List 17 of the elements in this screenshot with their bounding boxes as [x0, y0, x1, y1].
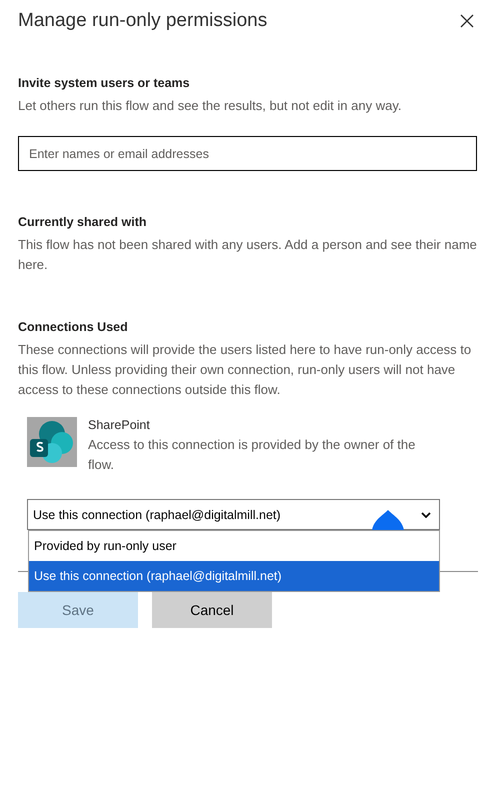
dropdown-option[interactable]: Provided by run-only user	[29, 531, 439, 561]
connection-description: Access to this connection is provided by the owner of the flow.	[88, 436, 416, 474]
section-heading: Currently shared with	[18, 215, 148, 229]
section-description: This flow has not been shared with any users. Add a person and see their name here.	[18, 236, 477, 274]
people-search-field[interactable]: Enter names or email addresses	[18, 136, 477, 171]
cancel-button[interactable]: Cancel	[152, 592, 272, 628]
panel-title: Manage run-only permissions	[18, 10, 268, 32]
sharepoint-logo-icon	[27, 417, 77, 467]
section-description: Let others run this flow and see the results, but not edit in any way.	[18, 97, 402, 115]
chevron-down-icon	[421, 512, 431, 518]
connection-name: SharePoint	[88, 417, 151, 434]
pointer-shape-icon	[372, 510, 404, 530]
section-heading: Invite system users or teams	[18, 76, 191, 90]
section-description: These connections will provide the users listed here to have run-only access to this flow. Unless providing their own connection, run-only users will not have access to these connections outside this flow.	[18, 341, 472, 399]
dropdown-option[interactable]: Use this connection (raphael@digitalmill.net)	[29, 561, 439, 591]
section-heading: Connections Used	[18, 320, 129, 334]
connection-dropdown[interactable]: Use this connection (raphael@digitalmill.net)	[27, 499, 440, 530]
